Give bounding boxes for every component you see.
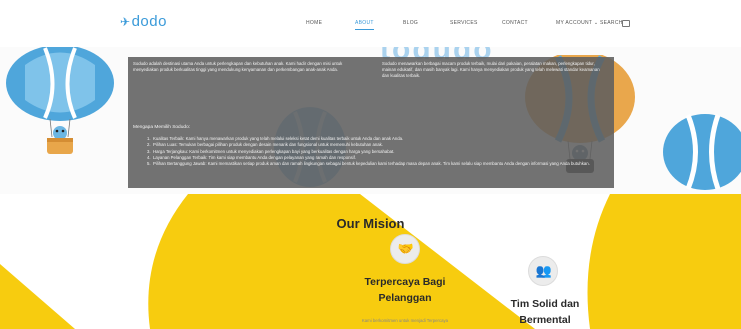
nav-services[interactable]: SERVICES bbox=[450, 20, 478, 26]
about-text-panel: Sodudo adalah destinasi utama Anda untuk… bbox=[128, 57, 614, 188]
list-item: Kualitas Terbaik: Kami hanya menawarkan … bbox=[133, 136, 607, 142]
search-icon[interactable] bbox=[622, 20, 630, 27]
nav-blog[interactable]: BLOG bbox=[403, 20, 418, 26]
mission-section: Our Mision 🤝 Terpercaya Bagi Pelanggan K… bbox=[0, 194, 741, 329]
card-text-trusted: Kami berkomitmen untuk menjadi Terpercay… bbox=[361, 318, 449, 323]
nav-contact[interactable]: CONTACT bbox=[502, 20, 528, 26]
nav-my-account[interactable]: MY ACCOUNT ⌄ bbox=[556, 20, 598, 26]
why-choose-list: Kualitas Terbaik: Kami hanya menawarkan … bbox=[133, 136, 607, 167]
yellow-background-shapes bbox=[0, 194, 741, 329]
list-item: Harga Terjangkau: Kami berkomitmen untuk… bbox=[133, 149, 607, 155]
list-item: Pilihan Luas: Temukan berbagai pilihan p… bbox=[133, 142, 607, 148]
nav-about[interactable]: ABOUT bbox=[355, 20, 374, 30]
handshake-icon: 🤝 bbox=[390, 234, 420, 264]
card-title-solid-team: Tim Solid dan Bermental bbox=[510, 298, 580, 326]
about-products-paragraph: Sodudo menawarkan berbagai macam produk … bbox=[382, 61, 600, 79]
list-item: Layanan Pelanggan Terbaik: Tim kami siap… bbox=[133, 155, 607, 161]
hot-air-balloon-left-icon bbox=[6, 47, 114, 154]
nav-home[interactable]: HOME bbox=[306, 20, 322, 26]
mission-title: Our Mision bbox=[336, 216, 405, 231]
site-header: ✈dodo HOME ABOUT BLOG SERVICES CONTACT M… bbox=[0, 0, 741, 47]
card-title-trusted: Terpercaya Bagi Pelanggan bbox=[364, 276, 446, 304]
nav-search[interactable]: SEARCH bbox=[600, 20, 623, 26]
about-intro-paragraph: Sodudo adalah destinasi utama Anda untuk… bbox=[133, 61, 343, 73]
hot-air-balloon-far-right-icon bbox=[663, 114, 741, 190]
list-item: Pilihan Bertanggung Jawab: Kami memastik… bbox=[133, 161, 607, 167]
team-icon: 👥 bbox=[528, 256, 558, 286]
why-choose-heading: Mengapa Memilih Sodudo: bbox=[133, 125, 191, 130]
